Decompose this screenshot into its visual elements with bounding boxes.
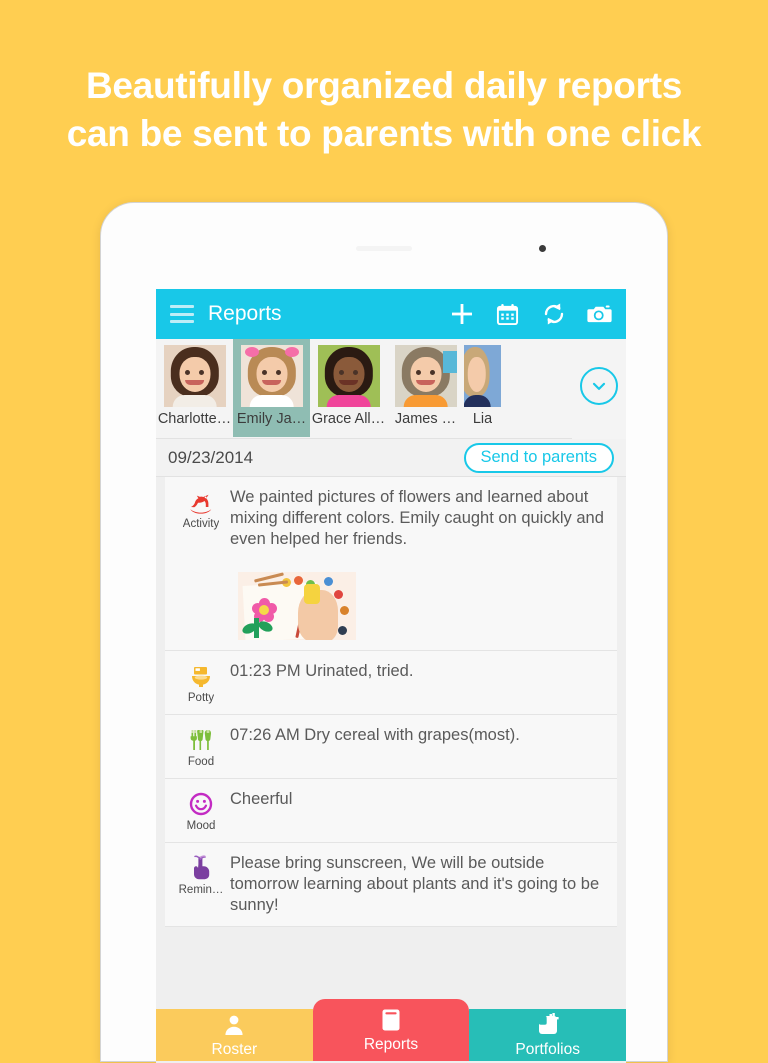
tab-roster[interactable]: Roster bbox=[156, 1009, 313, 1061]
report-entry-potty[interactable]: Potty 01:23 PM Urinated, tried. bbox=[165, 651, 617, 715]
page-title: Reports bbox=[208, 302, 282, 325]
student-item-lia[interactable]: Lia bbox=[464, 339, 501, 437]
person-icon bbox=[222, 1012, 246, 1038]
app-bar: Reports bbox=[156, 289, 626, 339]
avatar bbox=[240, 345, 303, 407]
avatar bbox=[394, 345, 457, 407]
entry-body: 01:23 PM Urinated, tried. bbox=[228, 661, 605, 704]
entry-text: 01:23 PM Urinated, tried. bbox=[230, 662, 414, 680]
entry-body: 07:26 AM Dry cereal with grapes(most). bbox=[228, 725, 605, 768]
student-item-charlotte[interactable]: Charlotte… bbox=[156, 339, 233, 437]
entry-text: Please bring sunscreen, We will be outsi… bbox=[230, 854, 600, 914]
add-photo-icon bbox=[536, 1012, 560, 1038]
entry-label: Food bbox=[187, 756, 215, 768]
book-icon bbox=[380, 1007, 402, 1033]
student-item-emily[interactable]: Emily Ja… bbox=[233, 339, 310, 437]
entry-label: Remin… bbox=[178, 884, 224, 896]
utensils-icon bbox=[189, 727, 213, 753]
entry-text: We painted pictures of flowers and learn… bbox=[230, 488, 604, 548]
tablet-device-frame: Reports Charlotte… Emily Ja… Grace All… … bbox=[100, 202, 668, 1063]
report-date: 09/23/2014 bbox=[168, 447, 254, 467]
expand-students-button[interactable] bbox=[580, 367, 618, 405]
entry-body: Please bring sunscreen, We will be outsi… bbox=[228, 853, 605, 916]
entry-icon-group: Activity bbox=[174, 487, 228, 640]
promo-headline: Beautifully organized daily reports can … bbox=[0, 62, 768, 158]
student-name: Grace All… bbox=[311, 411, 386, 427]
headline-line-1: Beautifully organized daily reports bbox=[85, 65, 682, 106]
bottom-tab-bar: Roster Reports Portfolios bbox=[156, 999, 627, 1061]
send-to-parents-button[interactable]: Send to parents bbox=[463, 442, 614, 473]
entry-body: We painted pictures of flowers and learn… bbox=[228, 487, 605, 640]
headline-line-2: can be sent to parents with one click bbox=[66, 113, 702, 154]
entry-label: Mood bbox=[186, 820, 216, 832]
report-date-row: 09/23/2014 Send to parents bbox=[156, 439, 626, 477]
student-item-grace[interactable]: Grace All… bbox=[310, 339, 387, 437]
device-front-camera bbox=[539, 245, 546, 252]
camera-button[interactable] bbox=[587, 302, 612, 327]
chevron-down-icon bbox=[592, 382, 606, 390]
avatar bbox=[163, 345, 226, 407]
entry-icon-group: Mood bbox=[174, 789, 228, 832]
app-bar-actions bbox=[449, 302, 612, 327]
calendar-button[interactable] bbox=[495, 302, 520, 327]
toilet-icon bbox=[189, 663, 213, 689]
student-name: James … bbox=[394, 411, 457, 427]
reminder-hand-icon bbox=[189, 855, 213, 881]
report-entry-list: Activity We painted pictures of flowers … bbox=[156, 477, 626, 937]
avatar bbox=[317, 345, 380, 407]
student-name: Lia bbox=[472, 411, 493, 427]
tab-reports[interactable]: Reports bbox=[312, 999, 470, 1061]
tab-portfolios[interactable]: Portfolios bbox=[469, 1009, 627, 1061]
tab-label: Portfolios bbox=[515, 1040, 580, 1058]
device-speaker bbox=[356, 246, 412, 251]
entry-icon-group: Remin… bbox=[174, 853, 228, 916]
student-name: Emily Ja… bbox=[236, 411, 307, 427]
entry-photo[interactable] bbox=[238, 572, 356, 640]
smiley-icon bbox=[189, 791, 213, 817]
entry-icon-group: Potty bbox=[174, 661, 228, 704]
sync-icon bbox=[544, 303, 563, 325]
rocking-horse-icon bbox=[188, 489, 214, 515]
entry-text: Cheerful bbox=[230, 790, 293, 808]
entry-label: Potty bbox=[187, 692, 215, 704]
hamburger-icon[interactable] bbox=[170, 305, 194, 323]
entry-text: 07:26 AM Dry cereal with grapes(most). bbox=[230, 726, 520, 744]
report-entry-reminder[interactable]: Remin… Please bring sunscreen, We will b… bbox=[165, 843, 617, 927]
tab-label: Roster bbox=[211, 1040, 258, 1058]
student-strip: Charlotte… Emily Ja… Grace All… James … … bbox=[156, 339, 626, 439]
entry-body: Cheerful bbox=[228, 789, 605, 832]
plus-icon bbox=[451, 304, 472, 324]
report-entry-food[interactable]: Food 07:26 AM Dry cereal with grapes(mos… bbox=[165, 715, 617, 779]
entry-label: Activity bbox=[182, 518, 220, 530]
student-name: Charlotte… bbox=[157, 411, 232, 427]
report-entry-activity[interactable]: Activity We painted pictures of flowers … bbox=[165, 477, 617, 651]
student-item-james[interactable]: James … bbox=[387, 339, 464, 437]
app-screen: Reports Charlotte… Emily Ja… Grace All… … bbox=[156, 289, 626, 1063]
avatar bbox=[464, 345, 501, 407]
tab-label: Reports bbox=[363, 1035, 419, 1053]
calendar-icon bbox=[496, 303, 519, 325]
entry-icon-group: Food bbox=[174, 725, 228, 768]
sync-button[interactable] bbox=[541, 302, 566, 327]
report-entry-mood[interactable]: Mood Cheerful bbox=[165, 779, 617, 843]
list-bottom-padding bbox=[165, 927, 617, 937]
camera-icon bbox=[587, 305, 612, 323]
add-button[interactable] bbox=[449, 302, 474, 327]
